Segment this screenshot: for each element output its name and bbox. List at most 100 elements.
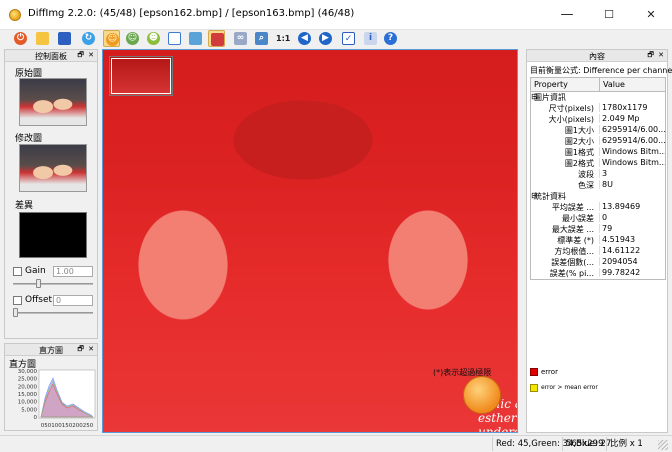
- property-row[interactable]: 圖1大小 6295914/6.00...: [531, 125, 665, 136]
- save-icon: [58, 32, 71, 45]
- control-panel: 控制面板 🗗 ✕ 原始圖 修改圖 差異 Gain 1.00 Offset 0: [4, 49, 98, 339]
- histogram-y-tick: 15,000: [18, 392, 38, 398]
- property-row[interactable]: 圖2大小 6295914/6.00...: [531, 136, 665, 147]
- image-viewer[interactable]: (*)表示超過極限 malic & esther's underdog: [102, 49, 518, 433]
- refresh-icon: ↻: [82, 32, 95, 45]
- property-row[interactable]: 色深 8U: [531, 180, 665, 191]
- smiley-icon: ☺: [106, 33, 119, 46]
- help-button[interactable]: ?: [382, 30, 399, 47]
- difference-label: 差異: [15, 201, 34, 211]
- power-button[interactable]: ⏻: [12, 30, 29, 47]
- property-group[interactable]: ⊟ 圖片資訊: [531, 92, 665, 103]
- property-row[interactable]: 誤差個數(... 2094054: [531, 257, 665, 268]
- property-column-header[interactable]: Property: [534, 80, 568, 89]
- offset-slider[interactable]: [13, 312, 93, 314]
- one-to-one-icon: 1:1: [276, 34, 291, 43]
- metric-formula: 目前衡量公式: Difference per channel: [530, 66, 672, 75]
- app-icon: [9, 9, 21, 21]
- property-row[interactable]: 大小(pixels) 2.049 Mp: [531, 114, 665, 125]
- previous-button[interactable]: ◀: [296, 30, 313, 47]
- property-value: 14.61122: [599, 246, 640, 255]
- difference-thumbnail[interactable]: [19, 212, 87, 258]
- diff-image-icon: [211, 33, 224, 46]
- offset-checkbox[interactable]: [13, 296, 22, 305]
- overview-navigator[interactable]: [109, 56, 173, 96]
- histogram-y-tick: 10,000: [18, 400, 38, 406]
- property-key: 圖2格式: [564, 159, 594, 168]
- checklist-button[interactable]: ✓: [340, 30, 357, 47]
- property-key: 圖2大小: [564, 137, 594, 146]
- histogram-panel: 直方圖 🗗 ✕ 直方圖 30,000 25,000 20,000 15,000 10,0…: [4, 343, 98, 431]
- property-row[interactable]: 最大誤差 ... 79: [531, 224, 665, 235]
- diff-image-button[interactable]: [208, 30, 225, 47]
- property-row[interactable]: 尺寸(pixels) 1780x1179: [531, 103, 665, 114]
- gain-slider[interactable]: [13, 283, 93, 285]
- property-key: 最大誤差 ...: [551, 225, 594, 234]
- property-row[interactable]: 最小誤差 0: [531, 213, 665, 224]
- histogram-y-tick: 20,000: [18, 384, 38, 390]
- property-key: 標準差 (*): [557, 236, 594, 245]
- panel-float-close-icons[interactable]: 🗗 ✕: [647, 51, 665, 62]
- property-table-header: Property Value: [531, 78, 665, 92]
- property-key: 色深: [578, 181, 594, 190]
- zoom-button[interactable]: ⌕: [253, 30, 270, 47]
- properties-panel: 內容 🗗 ✕ 目前衡量公式: Difference per channel Pr…: [526, 49, 672, 433]
- histogram-y-tick: 30,000: [18, 369, 38, 375]
- property-rows: ⊟ 圖片資訊 尺寸(pixels) 1780x1179 大小(pixels) 2.049…: [531, 92, 665, 279]
- property-key: 圖1大小: [564, 126, 594, 135]
- property-key: 平均誤差 ...: [551, 203, 594, 212]
- checklist-icon: ✓: [342, 32, 355, 45]
- view-modified-button[interactable]: ☺: [124, 30, 141, 47]
- property-row[interactable]: 誤差(% pi... 99.78242: [531, 268, 665, 279]
- offset-slider-thumb[interactable]: [13, 308, 18, 317]
- image-button[interactable]: [187, 30, 204, 47]
- panel-float-close-icons[interactable]: 🗗 ✕: [77, 51, 95, 62]
- refresh-button[interactable]: ↻: [80, 30, 97, 47]
- gain-slider-thumb[interactable]: [35, 279, 41, 288]
- property-value: 13.89469: [599, 202, 640, 211]
- link-button[interactable]: ∞: [232, 30, 249, 47]
- property-value: 6295914/6.00...: [599, 136, 665, 145]
- modified-image-label: 修改圖: [15, 134, 43, 144]
- layout-button[interactable]: [166, 30, 183, 47]
- property-key: 最小誤差: [562, 214, 594, 223]
- property-row[interactable]: 標準差 (*) 4.51943: [531, 235, 665, 246]
- minimize-button[interactable]: —: [546, 0, 588, 30]
- close-button[interactable]: ✕: [630, 0, 672, 30]
- smiley-side-icon: ☻: [147, 32, 160, 45]
- next-button[interactable]: ▶: [317, 30, 334, 47]
- view-diff-button[interactable]: ☻: [145, 30, 162, 47]
- one-to-one-button[interactable]: 1:1: [274, 30, 291, 47]
- property-value: Windows Bitm...: [599, 158, 665, 167]
- property-row[interactable]: 方均根值... 14.61122: [531, 246, 665, 257]
- info-button[interactable]: i: [362, 30, 379, 47]
- error-color-swatch: [530, 368, 538, 376]
- gain-checkbox[interactable]: [13, 267, 22, 276]
- property-row[interactable]: 圖2格式 Windows Bitm...: [531, 158, 665, 169]
- save-button[interactable]: [56, 30, 73, 47]
- property-group[interactable]: ⊟ 統計資料: [531, 191, 665, 202]
- property-value: 2.049 Mp: [599, 114, 639, 123]
- original-thumbnail[interactable]: [19, 78, 87, 126]
- value-column-header[interactable]: Value: [603, 80, 625, 89]
- mean-error-legend-label: error > mean error: [541, 384, 598, 391]
- modified-thumbnail[interactable]: [19, 144, 87, 192]
- gain-label: Gain: [25, 266, 46, 276]
- zoom-status: 比例 x 1: [606, 437, 658, 451]
- maximize-button[interactable]: ☐: [588, 0, 630, 30]
- image-icon: [189, 32, 202, 45]
- overview-viewport-frame[interactable]: [111, 58, 171, 94]
- property-row[interactable]: 圖1格式 Windows Bitm...: [531, 147, 665, 158]
- view-original-button[interactable]: ☺: [103, 30, 120, 47]
- offset-spinbox[interactable]: 0: [53, 295, 93, 306]
- mean-error-color-swatch: [530, 384, 538, 392]
- gain-spinbox[interactable]: 1.00: [53, 266, 93, 277]
- property-value: 0: [599, 213, 607, 222]
- window-title: DiffImg 2.2.0: (45/48) [epson162.bmp] / …: [28, 8, 355, 19]
- property-row[interactable]: 波段 3: [531, 169, 665, 180]
- open-button[interactable]: [34, 30, 51, 47]
- property-row[interactable]: 平均誤差 ... 13.89469: [531, 202, 665, 213]
- panel-float-close-icons[interactable]: 🗗 ✕: [77, 345, 95, 356]
- resize-grip[interactable]: [658, 440, 668, 450]
- property-key: 誤差個數(...: [551, 258, 594, 267]
